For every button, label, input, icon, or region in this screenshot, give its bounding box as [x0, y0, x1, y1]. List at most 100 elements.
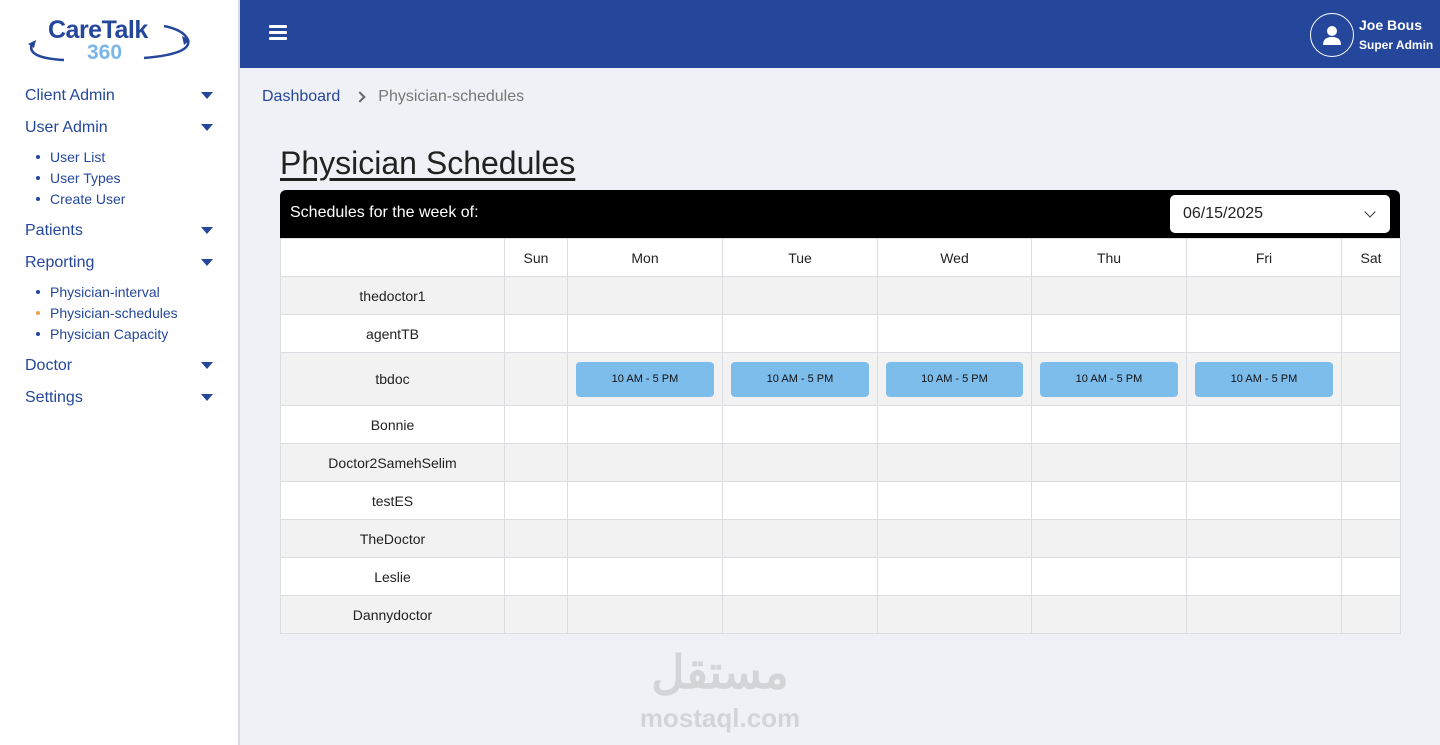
schedule-cell: [1341, 314, 1401, 353]
sidebar-section-label: Patients: [25, 222, 83, 239]
sidebar-section-label: Reporting: [25, 254, 95, 271]
chevron-down-icon: [1364, 206, 1376, 218]
schedule-cell: [567, 443, 723, 482]
header-day: Tue: [722, 238, 878, 277]
caret-down-icon: [201, 259, 213, 266]
user-avatar[interactable]: [1310, 13, 1354, 57]
schedule-cell: [1186, 557, 1342, 596]
header-day: Fri: [1186, 238, 1342, 277]
sidebar-item-user-list[interactable]: User List: [0, 146, 238, 167]
schedule-cell: 10 AM - 5 PM: [877, 352, 1032, 406]
schedule-cell: [1186, 519, 1342, 558]
sidebar-section-doctor[interactable]: Doctor: [0, 350, 238, 382]
schedule-cell: [1341, 352, 1401, 406]
sidebar-item-label: User Types: [50, 169, 121, 186]
header-day: Thu: [1031, 238, 1187, 277]
schedule-cell: [1031, 405, 1187, 444]
physician-name-cell: TheDoctor: [280, 519, 505, 558]
schedule-cell: [877, 314, 1032, 353]
user-icon: [1323, 26, 1341, 45]
sidebar-item-user-types[interactable]: User Types: [0, 167, 238, 188]
caret-down-icon: [201, 394, 213, 401]
schedule-cell: 10 AM - 5 PM: [722, 352, 878, 406]
table-row: tbdoc 10 AM - 5 PM 10 AM - 5 PM 10 AM - 5 P…: [280, 352, 1401, 406]
bullet-icon: [36, 290, 40, 294]
schedule-cell: [1341, 557, 1401, 596]
schedule-cell: [877, 276, 1032, 315]
logo-number: 360: [87, 41, 123, 64]
schedule-cell: [722, 314, 878, 353]
sidebar-section-label: User Admin: [25, 119, 108, 136]
schedule-slot-chip[interactable]: 10 AM - 5 PM: [1195, 361, 1333, 397]
sidebar-section-client-admin[interactable]: Client Admin: [0, 80, 238, 112]
schedule-cell: [1341, 443, 1401, 482]
schedule-cell: [877, 595, 1032, 634]
schedule-cell: [504, 314, 568, 353]
sidebar-section-label: Client Admin: [25, 87, 115, 104]
breadcrumb-dashboard-link[interactable]: Dashboard: [262, 88, 340, 106]
sidebar-item-physician-capacity[interactable]: Physician Capacity: [0, 323, 238, 344]
schedule-cell: [567, 557, 723, 596]
schedule-cell: [504, 405, 568, 444]
header-day: Sun: [504, 238, 568, 277]
schedule-cell: [1031, 443, 1187, 482]
sidebar: CareTalk 360 Client Admin User Admin Use…: [0, 0, 240, 745]
schedule-slot-chip[interactable]: 10 AM - 5 PM: [576, 361, 714, 397]
bullet-icon: [36, 155, 40, 159]
schedule-cell: [504, 595, 568, 634]
schedule-cell: [1341, 595, 1401, 634]
caret-down-icon: [201, 227, 213, 234]
hamburger-menu-icon[interactable]: [269, 25, 287, 41]
sidebar-section-label: Doctor: [25, 357, 73, 374]
table-row: Bonnie: [280, 405, 1401, 444]
schedule-slot-chip[interactable]: 10 AM - 5 PM: [1040, 361, 1178, 397]
caretalk-logo[interactable]: CareTalk 360: [24, 14, 194, 66]
page-title: Physician Schedules: [280, 145, 576, 181]
schedule-cell: [722, 405, 878, 444]
schedule-cell: [567, 481, 723, 520]
schedule-cell: [1186, 405, 1342, 444]
active-bullet-icon: [36, 311, 40, 315]
schedule-cell: [1031, 519, 1187, 558]
schedule-cell: [877, 557, 1032, 596]
week-label: Schedules for the week of:: [290, 204, 479, 221]
table-row: testES: [280, 481, 1401, 520]
schedule-cell: [567, 314, 723, 353]
table-row: Leslie: [280, 557, 1401, 596]
physician-name-cell: Dannydoctor: [280, 595, 505, 634]
sidebar-nav: Client Admin User Admin User List User T…: [0, 80, 238, 414]
table-header-row: Sun Mon Tue Wed Thu Fri Sat: [280, 238, 1401, 277]
schedule-cell: [567, 276, 723, 315]
schedule-cell: [1186, 481, 1342, 520]
schedule-cell: [722, 519, 878, 558]
sidebar-section-user-admin[interactable]: User Admin: [0, 112, 238, 144]
sidebar-item-label: Physician Capacity: [50, 325, 169, 342]
user-name: Joe Bous: [1359, 17, 1423, 33]
schedule-slot-chip[interactable]: 10 AM - 5 PM: [886, 361, 1023, 397]
week-date-select[interactable]: 06/15/2025: [1170, 195, 1390, 233]
schedule-cell: [567, 405, 723, 444]
schedule-slot-chip[interactable]: 10 AM - 5 PM: [731, 361, 869, 397]
schedule-cell: [504, 519, 568, 558]
sidebar-item-physician-schedules[interactable]: Physician-schedules: [0, 302, 238, 323]
sidebar-section-patients[interactable]: Patients: [0, 215, 238, 247]
table-row: agentTB: [280, 314, 1401, 353]
bullet-icon: [36, 332, 40, 336]
schedule-table: Sun Mon Tue Wed Thu Fri Sat thedoctor1 ag…: [280, 238, 1401, 634]
header-day: Mon: [567, 238, 723, 277]
schedule-cell: [877, 443, 1032, 482]
sidebar-item-physician-interval[interactable]: Physician-interval: [0, 281, 238, 302]
schedule-cell: [1031, 314, 1187, 353]
schedule-cell: [1031, 481, 1187, 520]
physician-name-cell: testES: [280, 481, 505, 520]
table-row: TheDoctor: [280, 519, 1401, 558]
caret-down-icon: [201, 92, 213, 99]
sidebar-section-settings[interactable]: Settings: [0, 382, 238, 414]
sidebar-section-reporting[interactable]: Reporting: [0, 247, 238, 279]
sidebar-item-create-user[interactable]: Create User: [0, 188, 238, 209]
schedule-cell: [1341, 519, 1401, 558]
schedule-cell: [504, 276, 568, 315]
schedule-cell: [504, 352, 568, 406]
schedule-cell: [722, 557, 878, 596]
schedule-cell: [1341, 481, 1401, 520]
